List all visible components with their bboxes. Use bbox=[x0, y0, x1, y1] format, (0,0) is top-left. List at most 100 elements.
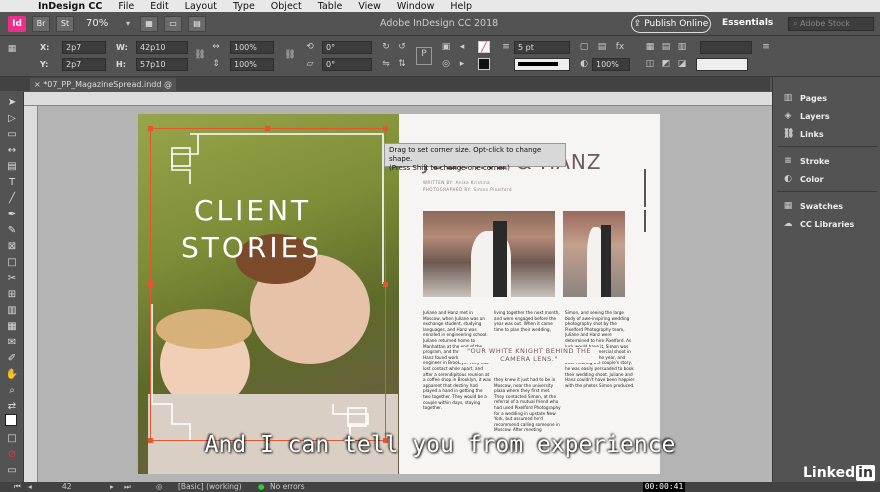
fill-none-icon[interactable]: ╱ bbox=[478, 41, 490, 53]
selection-frame[interactable] bbox=[150, 128, 386, 441]
view-options-button[interactable]: ▦ bbox=[140, 15, 159, 32]
gradient-feather-tool-icon[interactable]: ▦ bbox=[5, 320, 19, 333]
adobe-stock-search-input[interactable]: ⌕ Adobe Stock bbox=[788, 17, 874, 31]
constrain-scale-icon[interactable]: ⛓ bbox=[284, 49, 296, 61]
fill-swatch-icon[interactable] bbox=[5, 414, 17, 426]
screen-mode-icon[interactable]: ▭ bbox=[5, 464, 19, 477]
horizontal-ruler[interactable] bbox=[24, 92, 772, 106]
direct-selection-tool-icon[interactable]: ▷ bbox=[5, 112, 19, 125]
first-page-icon[interactable]: ⏮ bbox=[14, 482, 21, 492]
panel-layers[interactable]: ◈ Layers bbox=[783, 109, 830, 123]
fit-frame-icon[interactable]: ◪ bbox=[676, 58, 688, 70]
stroke-type-select[interactable] bbox=[514, 58, 570, 71]
shear-field[interactable]: 0° bbox=[322, 58, 372, 71]
content-collector-icon[interactable]: ▤ bbox=[5, 160, 19, 173]
screen-mode-button[interactable]: ▭ bbox=[164, 15, 183, 32]
preflight-profile[interactable]: [Basic] (working) bbox=[178, 482, 242, 491]
drop-shadow-icon[interactable]: ▢ bbox=[578, 41, 590, 53]
handle-top-center[interactable] bbox=[265, 126, 270, 131]
text-wrap-bbox-icon[interactable]: ▤ bbox=[660, 41, 672, 53]
select-previous-icon[interactable]: ◂ bbox=[456, 41, 468, 53]
free-transform-tool-icon[interactable]: ⊞ bbox=[5, 288, 19, 301]
menu-layout[interactable]: Layout bbox=[185, 1, 217, 12]
flip-horizontal-icon[interactable]: ⇋ bbox=[380, 58, 392, 70]
close-icon[interactable]: × bbox=[34, 80, 41, 89]
menu-edit[interactable]: Edit bbox=[150, 1, 168, 12]
select-next-icon[interactable]: ▸ bbox=[456, 58, 468, 70]
rotation-field[interactable]: 0° bbox=[322, 41, 372, 54]
rotate-ccw-icon[interactable]: ↺ bbox=[396, 41, 408, 53]
pasteboard[interactable]: CLIENT STORIES JULIANE & HANZ WRITTEN BY… bbox=[38, 106, 772, 482]
menu-object[interactable]: Object bbox=[271, 1, 302, 12]
panel-stroke[interactable]: ≡ Stroke bbox=[783, 154, 829, 168]
arrange-documents-button[interactable]: ▤ bbox=[188, 15, 207, 32]
x-field[interactable]: 2p7 bbox=[62, 41, 106, 54]
selection-tool-icon[interactable]: ➤ bbox=[5, 96, 19, 109]
scale-y-field[interactable]: 100% bbox=[230, 58, 274, 71]
handle-middle-right[interactable] bbox=[383, 282, 388, 287]
zoom-level[interactable]: 70% bbox=[86, 18, 126, 29]
panel-cc-libraries[interactable]: ☁ CC Libraries bbox=[783, 217, 855, 231]
publish-online-button[interactable]: ⇪ Publish Online bbox=[631, 15, 711, 33]
constrain-proportions-icon[interactable]: ⛓ bbox=[194, 49, 206, 61]
stroke-swatch-icon[interactable] bbox=[478, 58, 490, 70]
auto-fit-icon[interactable]: ◫ bbox=[644, 58, 656, 70]
handle-middle-left[interactable] bbox=[148, 282, 153, 287]
reference-point-icon[interactable]: ▦ bbox=[6, 43, 18, 55]
rotate-cw-icon[interactable]: ↻ bbox=[380, 41, 392, 53]
note-tool-icon[interactable]: ✉ bbox=[5, 336, 19, 349]
rectangle-tool-icon[interactable]: □ bbox=[5, 256, 19, 269]
eyedropper-tool-icon[interactable]: ✐ bbox=[5, 352, 19, 365]
bridge-button[interactable]: Br bbox=[32, 15, 50, 32]
menu-app[interactable]: InDesign CC bbox=[38, 1, 102, 12]
menu-table[interactable]: Table bbox=[318, 1, 343, 12]
previous-page-icon[interactable]: ◂ bbox=[28, 482, 32, 491]
y-field[interactable]: 2p7 bbox=[62, 58, 106, 71]
workspace-switcher[interactable]: Essentials bbox=[722, 18, 773, 28]
fx-icon[interactable]: fx bbox=[614, 41, 626, 53]
rectangle-frame-tool-icon[interactable]: ⊠ bbox=[5, 240, 19, 253]
width-field[interactable]: 42p10 bbox=[136, 41, 188, 54]
menu-window[interactable]: Window bbox=[397, 1, 434, 12]
panel-menu-icon[interactable]: ≡ bbox=[760, 41, 772, 53]
hand-tool-icon[interactable]: ✋ bbox=[5, 368, 19, 381]
handle-top-right[interactable] bbox=[383, 126, 388, 131]
object-style-field[interactable] bbox=[700, 41, 752, 54]
pen-tool-icon[interactable]: ✒ bbox=[5, 208, 19, 221]
open-page-icon[interactable]: ◎ bbox=[156, 482, 163, 491]
type-tool-icon[interactable]: T bbox=[5, 176, 19, 189]
select-container-icon[interactable]: ▣ bbox=[440, 41, 452, 53]
swap-fill-stroke-icon[interactable]: ⇄ bbox=[5, 400, 19, 413]
next-page-icon[interactable]: ▸ bbox=[110, 482, 114, 491]
text-wrap-none-icon[interactable]: ▦ bbox=[644, 41, 656, 53]
zoom-chevron-down-icon[interactable]: ▾ bbox=[126, 19, 130, 28]
menu-type[interactable]: Type bbox=[233, 1, 255, 12]
document-tab[interactable]: × *07_PP_MagazineSpread.indd @ 70% bbox=[30, 78, 176, 102]
opacity-field[interactable]: 100% bbox=[592, 58, 630, 71]
handle-top-left[interactable] bbox=[148, 126, 153, 131]
preflight-status[interactable]: No errors bbox=[270, 482, 305, 491]
panel-pages[interactable]: ▥ Pages bbox=[783, 91, 827, 105]
page-tool-icon[interactable]: ▭ bbox=[5, 128, 19, 141]
menu-help[interactable]: Help bbox=[450, 1, 472, 12]
panel-color[interactable]: ◐ Color bbox=[783, 172, 824, 186]
height-field[interactable]: 57p10 bbox=[136, 58, 188, 71]
pencil-tool-icon[interactable]: ✎ bbox=[5, 224, 19, 237]
stroke-weight-field[interactable]: 5 pt bbox=[514, 41, 570, 54]
flip-vertical-icon[interactable]: ⇅ bbox=[396, 58, 408, 70]
line-tool-icon[interactable]: ╱ bbox=[5, 192, 19, 205]
menu-file[interactable]: File bbox=[118, 1, 134, 12]
select-content-icon[interactable]: ◎ bbox=[440, 58, 452, 70]
text-wrap-shape-icon[interactable]: ▥ bbox=[676, 41, 688, 53]
gradient-tool-icon[interactable]: ▥ bbox=[5, 304, 19, 317]
page-number-field[interactable]: 42 bbox=[62, 482, 72, 491]
panel-links[interactable]: ⛓ Links bbox=[783, 127, 824, 141]
scale-x-field[interactable]: 100% bbox=[230, 41, 274, 54]
vertical-ruler[interactable] bbox=[24, 106, 38, 482]
scissors-tool-icon[interactable]: ✂ bbox=[5, 272, 19, 285]
left-page[interactable]: CLIENT STORIES bbox=[138, 114, 399, 474]
stock-button[interactable]: St bbox=[56, 15, 74, 32]
zoom-tool-icon[interactable]: ⌕ bbox=[5, 384, 19, 397]
effects-icon[interactable]: ▤ bbox=[596, 41, 608, 53]
panel-swatches[interactable]: ▦ Swatches bbox=[783, 199, 843, 213]
